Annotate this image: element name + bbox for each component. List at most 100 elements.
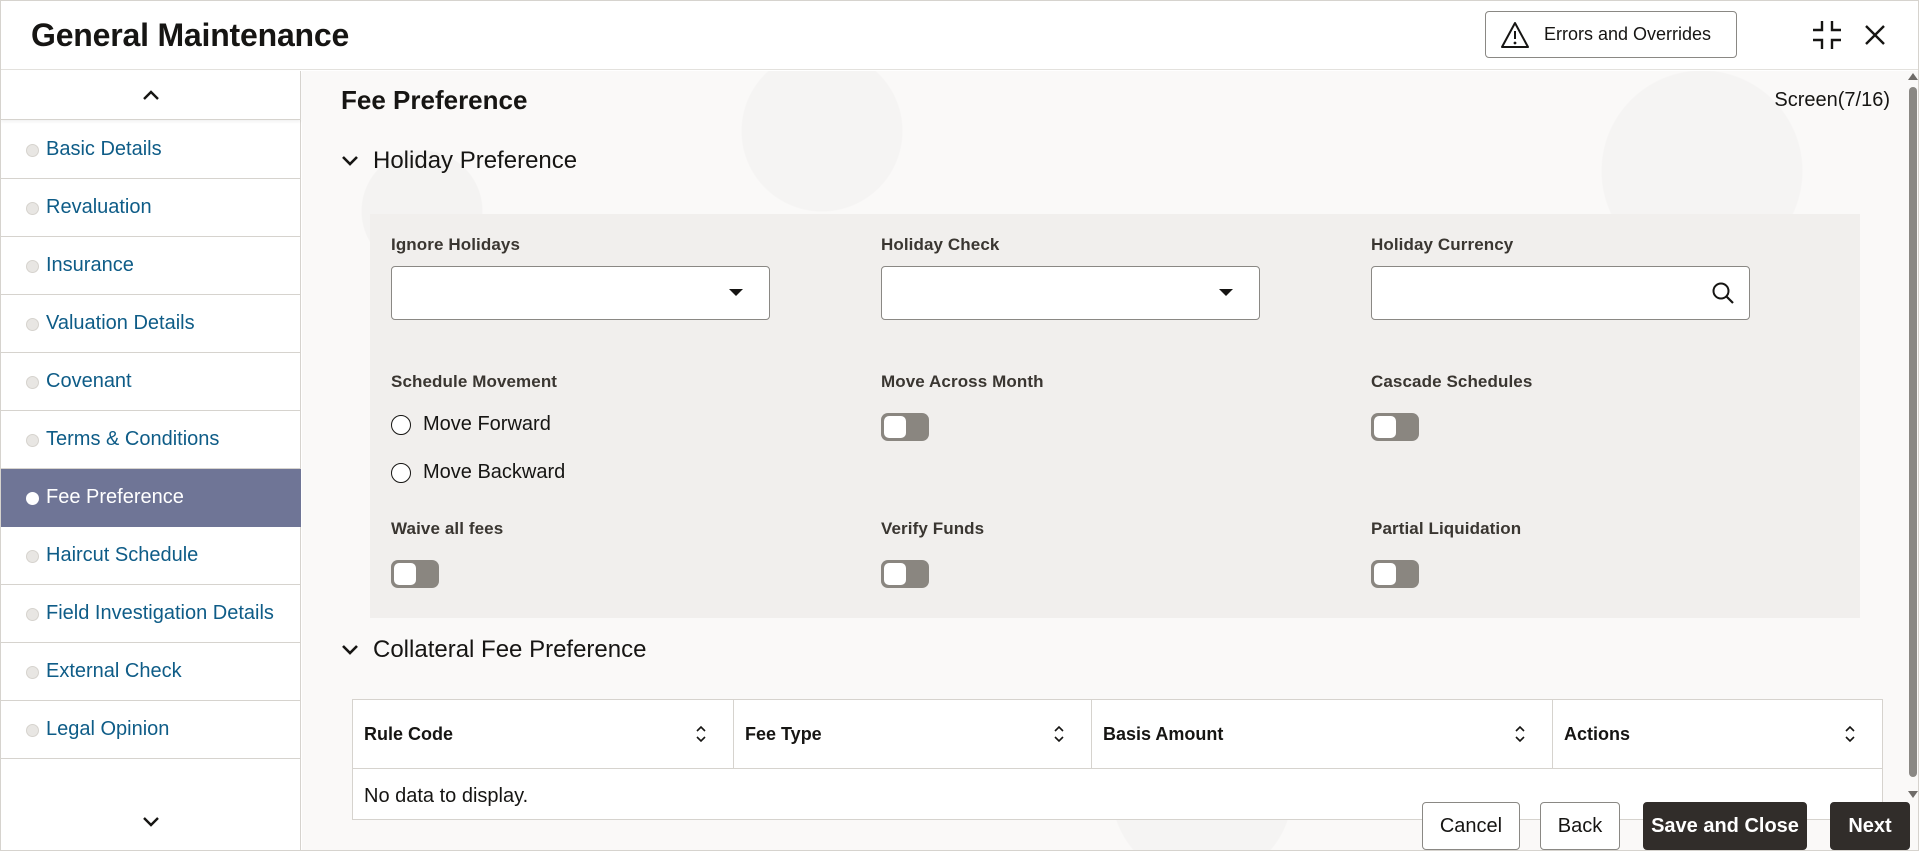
sidebar-item-fee-preference[interactable]: Fee Preference: [1, 469, 301, 527]
verify-funds-toggle[interactable]: [881, 560, 929, 588]
errors-and-overrides-button[interactable]: Errors and Overrides: [1485, 11, 1737, 58]
sidebar-item-label: Basic Details: [46, 138, 162, 160]
toggle-knob: [1374, 563, 1396, 585]
waive-all-fees-toggle[interactable]: [391, 560, 439, 588]
verify-funds-label: Verify Funds: [881, 519, 985, 538]
sidebar-scroll-up-button[interactable]: [1, 71, 301, 120]
caret-down-icon: [729, 289, 743, 296]
step-dot: [26, 144, 39, 157]
sort-icon: [1515, 725, 1525, 743]
cascade-schedules-label: Cascade Schedules: [1371, 372, 1533, 391]
sidebar-item-label: Covenant: [46, 370, 132, 392]
sidebar-nav: Basic Details Revaluation Insurance Valu…: [1, 71, 301, 850]
radio-circle: [391, 462, 411, 483]
schedule-movement-label: Schedule Movement: [391, 372, 558, 391]
ignore-holidays-select[interactable]: [391, 266, 770, 320]
sidebar-scroll-down-button[interactable]: [1, 797, 301, 846]
sidebar-item-field-investigation-details[interactable]: Field Investigation Details: [1, 585, 301, 643]
step-dot: [26, 318, 39, 331]
holiday-currency-field: [1371, 266, 1750, 320]
main-scrollbar[interactable]: [1905, 71, 1918, 801]
step-dot: [26, 492, 39, 505]
move-backward-radio[interactable]: Move Backward: [391, 461, 565, 484]
holiday-preference-panel: Ignore Holidays Holiday Check Holiday Cu…: [370, 214, 1860, 618]
cascade-schedules-toggle[interactable]: [1371, 413, 1419, 441]
step-dot: [26, 666, 39, 679]
move-across-month-label: Move Across Month: [881, 372, 1044, 391]
screen-counter: Screen(7/16): [1774, 89, 1890, 111]
close-icon[interactable]: [1857, 17, 1893, 53]
sort-icon: [1845, 725, 1855, 743]
sidebar-item-label: Field Investigation Details: [46, 602, 274, 624]
toggle-knob: [884, 563, 906, 585]
page-header-title: General Maintenance: [31, 17, 350, 53]
sidebar-item-label: Insurance: [46, 254, 134, 276]
warning-icon: [1501, 21, 1529, 48]
toggle-knob: [394, 563, 416, 585]
holiday-check-select[interactable]: [881, 266, 1260, 320]
scrollbar-thumb[interactable]: [1909, 87, 1917, 777]
partial-liquidation-label: Partial Liquidation: [1371, 519, 1522, 538]
step-dot: [26, 260, 39, 273]
sidebar-item-label: Valuation Details: [46, 312, 195, 334]
column-header-rule-code[interactable]: Rule Code: [353, 700, 734, 768]
move-across-month-toggle[interactable]: [881, 413, 929, 441]
chevron-down-icon: [342, 156, 358, 166]
chevron-up-icon: [143, 90, 159, 100]
app-window: General Maintenance Errors and Overrides: [0, 0, 1919, 851]
column-header-fee-type[interactable]: Fee Type: [734, 700, 1092, 768]
sidebar-item-terms-conditions[interactable]: Terms & Conditions: [1, 411, 301, 469]
sidebar-item-insurance[interactable]: Insurance: [1, 237, 301, 295]
save-and-close-button[interactable]: Save and Close: [1643, 802, 1807, 850]
back-button[interactable]: Back: [1540, 802, 1620, 850]
section-title: Collateral Fee Preference: [373, 636, 647, 663]
compress-icon[interactable]: [1809, 17, 1845, 53]
partial-liquidation-toggle[interactable]: [1371, 560, 1419, 588]
column-header-label: Fee Type: [745, 723, 822, 744]
toggle-knob: [1374, 416, 1396, 438]
sidebar-item-label: Terms & Conditions: [46, 428, 220, 450]
sidebar-item-label: Revaluation: [46, 196, 152, 218]
radio-label: Move Backward: [423, 461, 566, 483]
step-dot: [26, 550, 39, 563]
move-forward-radio[interactable]: Move Forward: [391, 413, 551, 436]
holiday-currency-label: Holiday Currency: [1371, 235, 1514, 254]
header-bar: General Maintenance Errors and Overrides: [1, 1, 1918, 70]
column-header-label: Rule Code: [364, 723, 454, 744]
table-header-row: Rule Code Fee Type Basis Amount Actions: [353, 700, 1882, 769]
holiday-currency-input[interactable]: [1372, 267, 1692, 317]
column-header-label: Basis Amount: [1103, 723, 1224, 744]
errors-button-label: Errors and Overrides: [1544, 24, 1712, 44]
holiday-preference-section-toggle[interactable]: Holiday Preference: [341, 147, 577, 175]
toggle-knob: [884, 416, 906, 438]
sidebar-item-revaluation[interactable]: Revaluation: [1, 179, 301, 237]
cancel-button[interactable]: Cancel: [1422, 802, 1520, 850]
sidebar-item-label: External Check: [46, 660, 182, 682]
column-header-actions[interactable]: Actions: [1553, 700, 1882, 768]
column-header-basis-amount[interactable]: Basis Amount: [1092, 700, 1553, 768]
ignore-holidays-label: Ignore Holidays: [391, 235, 521, 254]
section-title: Holiday Preference: [373, 147, 578, 174]
radio-label: Move Forward: [423, 413, 551, 435]
collateral-fee-preference-section-toggle[interactable]: Collateral Fee Preference: [341, 636, 646, 664]
sort-icon: [696, 725, 706, 743]
sidebar-item-basic-details[interactable]: Basic Details: [1, 121, 301, 179]
sidebar-item-external-check[interactable]: External Check: [1, 643, 301, 701]
scroll-down-arrow-icon[interactable]: [1908, 791, 1918, 798]
sidebar-item-haircut-schedule[interactable]: Haircut Schedule: [1, 527, 301, 585]
caret-down-icon: [1219, 289, 1233, 296]
waive-all-fees-label: Waive all fees: [391, 519, 504, 538]
sidebar-item-valuation-details[interactable]: Valuation Details: [1, 295, 301, 353]
sort-icon: [1054, 725, 1064, 743]
sidebar-item-label: Legal Opinion: [46, 718, 170, 740]
chevron-down-icon: [143, 816, 159, 827]
next-button[interactable]: Next: [1830, 802, 1910, 850]
holiday-check-label: Holiday Check: [881, 235, 1000, 254]
sidebar-item-covenant[interactable]: Covenant: [1, 353, 301, 411]
step-dot: [26, 434, 39, 447]
scroll-up-arrow-icon[interactable]: [1908, 73, 1918, 80]
sidebar-item-legal-opinion[interactable]: Legal Opinion: [1, 701, 301, 759]
search-icon[interactable]: [1711, 281, 1735, 310]
chevron-down-icon: [342, 645, 358, 655]
step-dot: [26, 202, 39, 215]
